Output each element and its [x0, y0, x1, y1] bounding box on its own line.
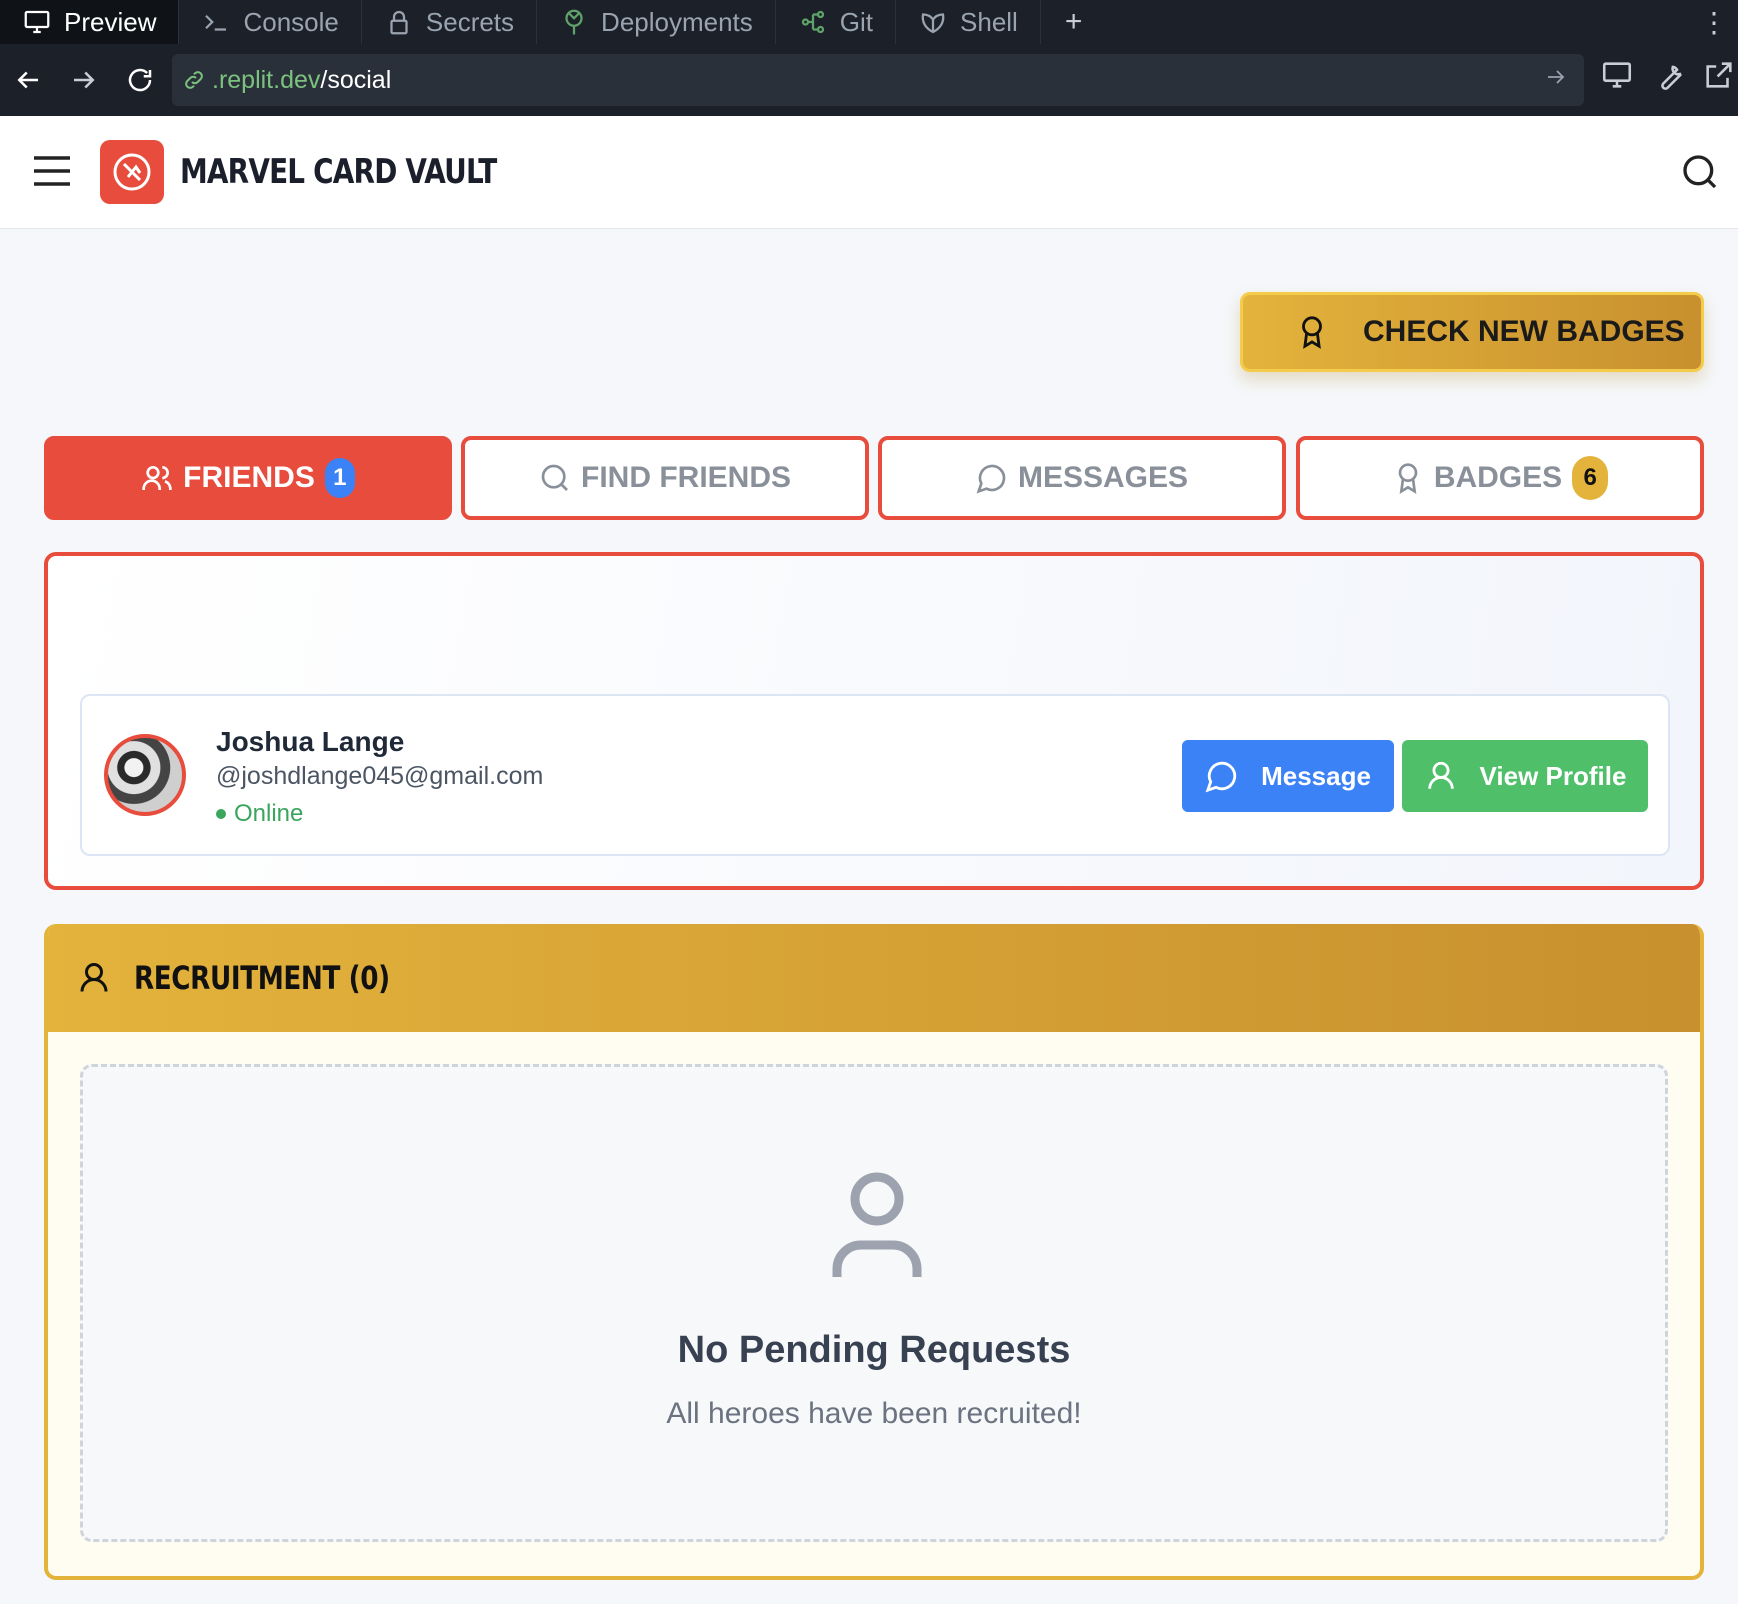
tab-badges-label: BADGES	[1433, 461, 1563, 494]
browser-tab-bar: Preview Console Secrets Deployments Git …	[0, 0, 1738, 44]
deploy-icon	[565, 9, 583, 35]
tab-deployments[interactable]: Deployments	[537, 0, 776, 44]
app-header: MARVEL CARD VAULT	[0, 116, 1738, 229]
app-title: MARVEL CARD VAULT	[180, 152, 497, 192]
avatar[interactable]	[104, 734, 186, 816]
badges-count-badge: 6	[1572, 456, 1609, 500]
url-field[interactable]: .replit.dev/social	[172, 54, 1584, 106]
reload-icon	[128, 68, 152, 92]
more-menu-icon[interactable]: ⋮	[1700, 0, 1728, 44]
message-button-label: Message	[1261, 760, 1371, 791]
friend-status: Online	[216, 800, 303, 828]
user-icon	[80, 963, 108, 992]
award-icon	[1302, 316, 1322, 349]
friends-count-badge: 1	[324, 458, 355, 498]
tab-label: Git	[839, 6, 874, 37]
empty-state: No Pending Requests All heroes have been…	[80, 1064, 1668, 1542]
recruitment-header: RECRUITMENT (0)	[48, 924, 1700, 1032]
users-icon	[142, 466, 172, 490]
empty-state-subtitle: All heroes have been recruited!	[666, 1397, 1082, 1430]
friend-name: Joshua Lange	[216, 726, 405, 757]
recruitment-title: RECRUITMENT (0)	[134, 959, 390, 997]
tab-shell[interactable]: Shell	[896, 0, 1041, 44]
friend-handle: @joshdlange045@gmail.com	[216, 762, 544, 790]
monitor-icon	[24, 10, 50, 34]
empty-state-title: No Pending Requests	[677, 1329, 1071, 1371]
check-new-badges-label: CHECK NEW BADGES	[1363, 315, 1685, 348]
wrench-icon[interactable]	[1652, 58, 1686, 92]
link-icon	[185, 71, 203, 89]
hero-logo-icon	[113, 153, 151, 191]
user-placeholder-icon	[832, 1172, 922, 1277]
view-profile-button[interactable]: View Profile	[1402, 740, 1648, 812]
url-host: .replit.dev	[212, 65, 321, 94]
user-icon	[1427, 761, 1454, 789]
online-dot-icon	[216, 809, 226, 819]
tab-console[interactable]: Console	[179, 0, 362, 44]
tab-label: Console	[243, 6, 339, 37]
tab-find-friends-label: FIND FRIENDS	[581, 461, 791, 494]
add-tab-button[interactable]: +	[1041, 5, 1107, 39]
social-tabs: FRIENDS 1 FIND FRIENDS MESSAGES BADGES 6	[44, 436, 1704, 520]
app-logo[interactable]	[100, 140, 164, 204]
tab-badges[interactable]: BADGES 6	[1296, 436, 1704, 520]
tab-friends-label: FRIENDS	[183, 461, 315, 494]
tab-preview[interactable]: Preview	[0, 0, 180, 44]
tab-friends[interactable]: FRIENDS 1	[44, 436, 452, 520]
address-bar: .replit.dev/social	[0, 44, 1738, 116]
reload-button[interactable]	[112, 52, 168, 108]
tab-label: Shell	[960, 6, 1018, 37]
tab-label: Secrets	[425, 6, 515, 37]
forward-button[interactable]	[56, 52, 112, 108]
friend-status-text: Online	[234, 800, 304, 827]
friend-card: Joshua Lange @joshdlange045@gmail.com On…	[80, 694, 1670, 856]
message-button[interactable]: Message	[1182, 740, 1394, 812]
tab-git[interactable]: Git	[776, 0, 897, 44]
url-path: /social	[320, 65, 392, 94]
back-button[interactable]	[0, 52, 56, 108]
tab-find-friends[interactable]: FIND FRIENDS	[461, 436, 869, 520]
chat-bubble-icon	[1205, 761, 1237, 793]
go-arrow-icon[interactable]	[1544, 65, 1568, 89]
external-link-icon[interactable]	[1702, 58, 1736, 92]
recruitment-panel: RECRUITMENT (0) No Pending Requests All …	[44, 924, 1704, 1580]
device-icon[interactable]	[1600, 58, 1634, 92]
lock-icon	[390, 10, 408, 35]
search-icon	[541, 464, 568, 491]
check-new-badges-button[interactable]: CHECK NEW BADGES	[1240, 292, 1704, 372]
git-icon	[801, 10, 824, 34]
menu-icon[interactable]	[32, 154, 72, 188]
tab-label: Deployments	[601, 6, 753, 37]
tab-messages[interactable]: MESSAGES	[878, 436, 1286, 520]
arrow-right-icon	[74, 71, 95, 89]
tab-messages-label: MESSAGES	[1017, 461, 1189, 494]
tab-label: Preview	[64, 6, 157, 37]
shell-icon	[921, 13, 945, 34]
arrow-left-icon	[17, 71, 38, 89]
view-profile-label: View Profile	[1479, 760, 1627, 791]
chat-bubble-icon	[976, 464, 1006, 494]
friends-panel: Joshua Lange @joshdlange045@gmail.com On…	[44, 552, 1704, 890]
tab-secrets[interactable]: Secrets	[362, 0, 538, 44]
terminal-icon	[205, 14, 227, 31]
search-icon[interactable]	[1680, 152, 1720, 192]
award-icon	[1398, 463, 1418, 494]
